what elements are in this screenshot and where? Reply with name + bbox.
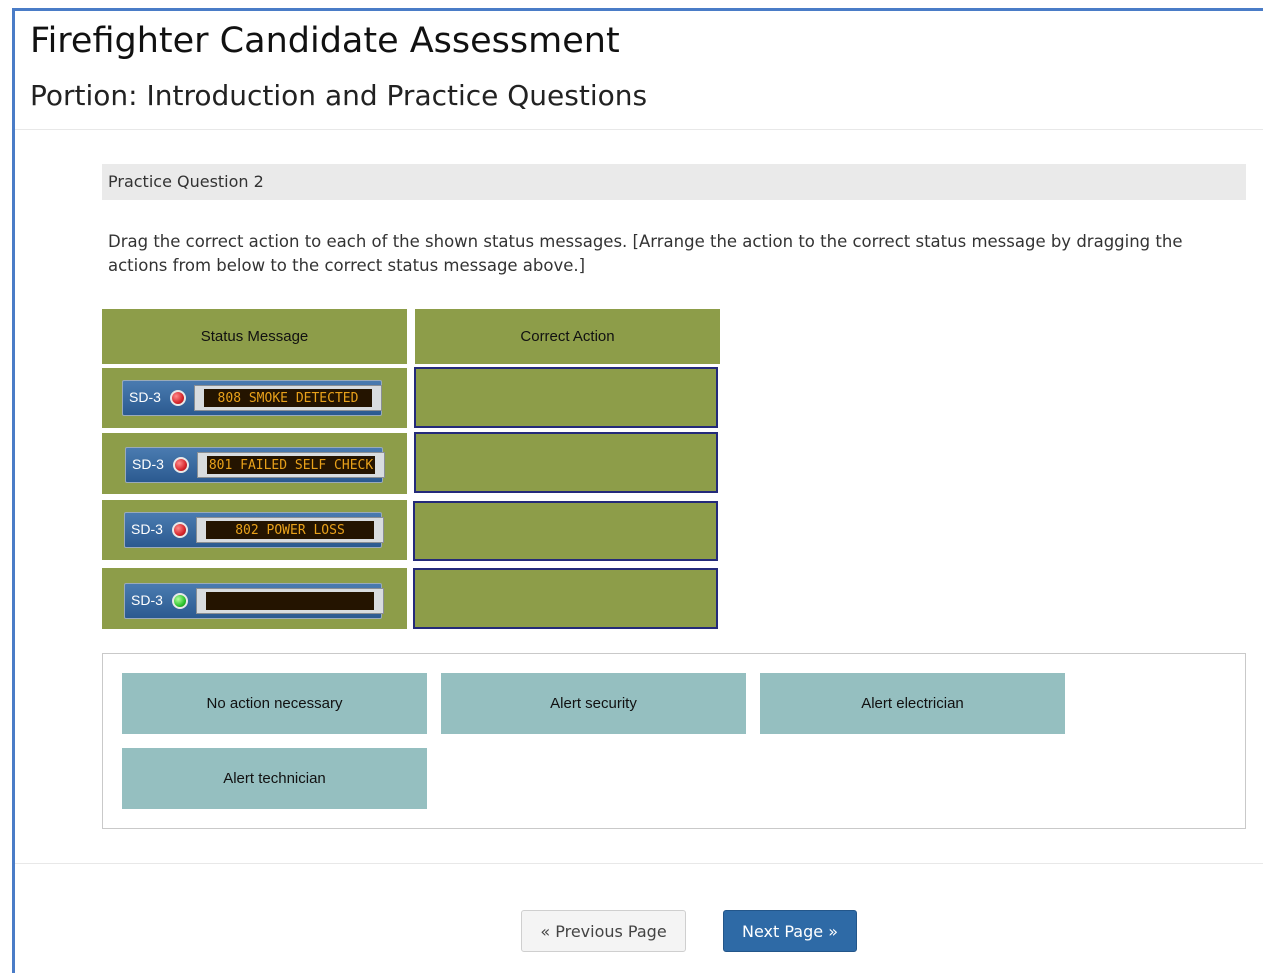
action-tile-alert-electrician[interactable]: Alert electrician bbox=[760, 673, 1065, 734]
status-panel: SD-3 808 SMOKE DETECTED bbox=[122, 380, 382, 416]
status-text bbox=[206, 592, 374, 610]
page-title: Firefighter Candidate Assessment bbox=[30, 21, 620, 61]
action-tile-no-action[interactable]: No action necessary bbox=[122, 673, 427, 734]
status-display: 801 FAILED SELF CHECK bbox=[197, 452, 385, 478]
question-label-bar: Practice Question 2 bbox=[102, 164, 1246, 200]
status-message-cell: SD-3 801 FAILED SELF CHECK bbox=[102, 433, 407, 494]
status-message-header: Status Message bbox=[102, 309, 407, 364]
status-display: 808 SMOKE DETECTED bbox=[194, 385, 382, 411]
status-message-cell: SD-3 808 SMOKE DETECTED bbox=[102, 368, 407, 428]
status-message-cell: SD-3 802 POWER LOSS bbox=[102, 500, 407, 560]
device-label: SD-3 bbox=[132, 456, 164, 472]
divider bbox=[15, 863, 1263, 864]
previous-page-button[interactable]: « Previous Page bbox=[521, 910, 686, 952]
red-led-icon bbox=[172, 522, 188, 538]
status-message-cell: SD-3 bbox=[102, 568, 407, 629]
assessment-frame: Firefighter Candidate Assessment Portion… bbox=[12, 8, 1263, 973]
status-display: 802 POWER LOSS bbox=[196, 517, 384, 543]
action-tile-alert-technician[interactable]: Alert technician bbox=[122, 748, 427, 809]
status-panel: SD-3 802 POWER LOSS bbox=[124, 512, 384, 548]
action-drop-zone-4[interactable] bbox=[413, 568, 718, 629]
status-panel: SD-3 bbox=[124, 583, 384, 619]
status-text: 808 SMOKE DETECTED bbox=[204, 389, 372, 407]
status-panel: SD-3 801 FAILED SELF CHECK bbox=[125, 447, 385, 483]
status-text: 801 FAILED SELF CHECK bbox=[207, 456, 375, 474]
divider bbox=[15, 129, 1263, 130]
action-drop-zone-2[interactable] bbox=[414, 432, 718, 493]
status-display bbox=[196, 588, 384, 614]
portion-subtitle: Portion: Introduction and Practice Quest… bbox=[30, 79, 648, 112]
actions-pool: No action necessary Alert security Alert… bbox=[102, 653, 1246, 829]
device-label: SD-3 bbox=[129, 389, 161, 405]
next-page-button[interactable]: Next Page » bbox=[723, 910, 857, 952]
status-text: 802 POWER LOSS bbox=[206, 521, 374, 539]
question-instructions: Drag the correct action to each of the s… bbox=[108, 232, 1183, 275]
correct-action-header: Correct Action bbox=[415, 309, 720, 364]
action-tile-alert-security[interactable]: Alert security bbox=[441, 673, 746, 734]
device-label: SD-3 bbox=[131, 521, 163, 537]
device-label: SD-3 bbox=[131, 592, 163, 608]
red-led-icon bbox=[173, 457, 189, 473]
green-led-icon bbox=[172, 593, 188, 609]
action-drop-zone-1[interactable] bbox=[414, 367, 718, 428]
red-led-icon bbox=[170, 390, 186, 406]
action-drop-zone-3[interactable] bbox=[413, 501, 718, 561]
